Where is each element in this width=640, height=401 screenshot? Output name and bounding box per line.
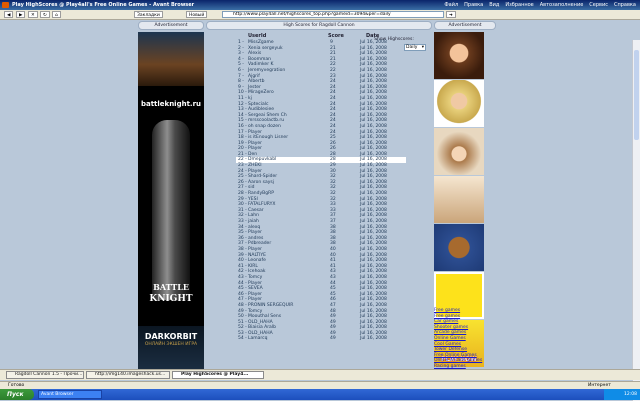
menu-item[interactable]: Автозаполнение [540,2,584,8]
menu-item[interactable]: Файл [444,2,458,8]
tab-bar: Ragdoll Cannon 1.5 - Прочи... http://img… [0,369,640,380]
right-ad-header: Advertisement [434,21,496,30]
taskbar: Пуск Avant Browser 12:08 [0,389,640,400]
bratz-ad-image[interactable] [434,32,484,79]
tab-highscores[interactable]: Play HighScores @ Play4... [172,371,264,379]
menu-item[interactable]: Вид [489,2,499,8]
race-ad-image[interactable] [138,32,204,86]
title-bar: Play HighScores @ Play4all's Free Online… [0,0,640,10]
tab-ragdoll[interactable]: Ragdoll Cannon 1.5 - Прочи... [6,371,84,379]
hat-ad-image[interactable] [434,128,484,175]
highscores-title: High Scores for Ragdoll Cannon [206,21,432,30]
battleknight-brand[interactable]: battleknight.ru [138,100,204,108]
blonde-ad-image[interactable] [434,80,484,127]
celebrity-ad-image[interactable] [434,176,484,223]
address-bar[interactable]: http://www.play4all.net/highscores_top.p… [222,11,444,18]
menu-item[interactable]: Избранное [505,2,533,8]
window-title: Play HighScores @ Play4all's Free Online… [12,2,195,8]
refresh-button[interactable]: ↻ [40,11,50,18]
darkorbit-subtitle: ОНЛАЙН ЭКШЕН ИГРА [144,342,198,347]
cell-rank: 54 - [238,336,247,342]
vertical-scrollbar[interactable] [632,40,640,401]
menu-item[interactable]: Правка [464,2,483,8]
menu-item[interactable]: Справка [614,2,636,8]
zone-text: Интернет [588,383,611,388]
period-select[interactable]: Daily ▾ [404,44,426,51]
menu-bar: Файл Правка Вид Избранное Автозаполнение Серв… [444,2,636,8]
darkorbit-brand: DARKORBIT [144,332,198,341]
period-value: Daily [406,45,418,50]
start-button[interactable]: Пуск [0,389,34,400]
tab-imageshack[interactable]: http://img140.imageshack.us... [86,371,170,379]
favorites-button[interactable]: Закладки [134,11,163,18]
cell-user[interactable]: Lamarcq [248,336,268,342]
chevron-down-icon: ▾ [421,45,424,50]
status-text: Готово [8,383,25,388]
web-page: Advertisement High Scores for Ragdoll Ca… [0,20,640,401]
left-ad-banner[interactable]: battleknight.ru BATTLE KNIGHT DARKORBIT … [138,32,204,380]
table-row: 54 - Lamarcq 49 Jul 16, 2008 [236,336,406,342]
go-button[interactable]: ➜ [446,11,456,18]
back-button[interactable]: ◀ [4,11,14,18]
score-rows: 1 - MissZgame 9 Jul 16, 2008 2 - Xenia sergey… [236,40,406,342]
cell-score: 49 [330,336,336,342]
knight-image[interactable] [152,120,190,300]
battleknight-logo-top[interactable]: BATTLE [138,282,204,292]
score-column-header: Score [328,33,344,39]
scooby-ad-image[interactable] [434,224,484,271]
battleknight-logo-bottom[interactable]: KNIGHT [138,294,204,304]
browser-icon [2,2,9,8]
left-ad-header: Advertisement [138,21,204,30]
scrollbar-thumb[interactable] [634,50,639,140]
home-button[interactable]: ⌂ [52,11,61,18]
taskbar-item-avant[interactable]: Avant Browser [38,390,102,399]
stop-button[interactable]: ✕ [28,11,38,18]
menu-item[interactable]: Сервис [589,2,608,8]
game-links: Free games Free games Car games Shooter gam… [434,308,494,370]
browser-toolbar: ◀ ▶ ✕ ↻ ⌂ Закладки Новый http://www.play… [0,10,640,20]
new-tab-button[interactable]: Новый [186,11,208,18]
date-column-header: Date [366,33,380,39]
forward-button[interactable]: ▶ [16,11,26,18]
user-column-header: UserId [248,33,267,39]
cell-date: Jul 16, 2008 [360,336,387,342]
clock: 12:08 [604,389,640,400]
